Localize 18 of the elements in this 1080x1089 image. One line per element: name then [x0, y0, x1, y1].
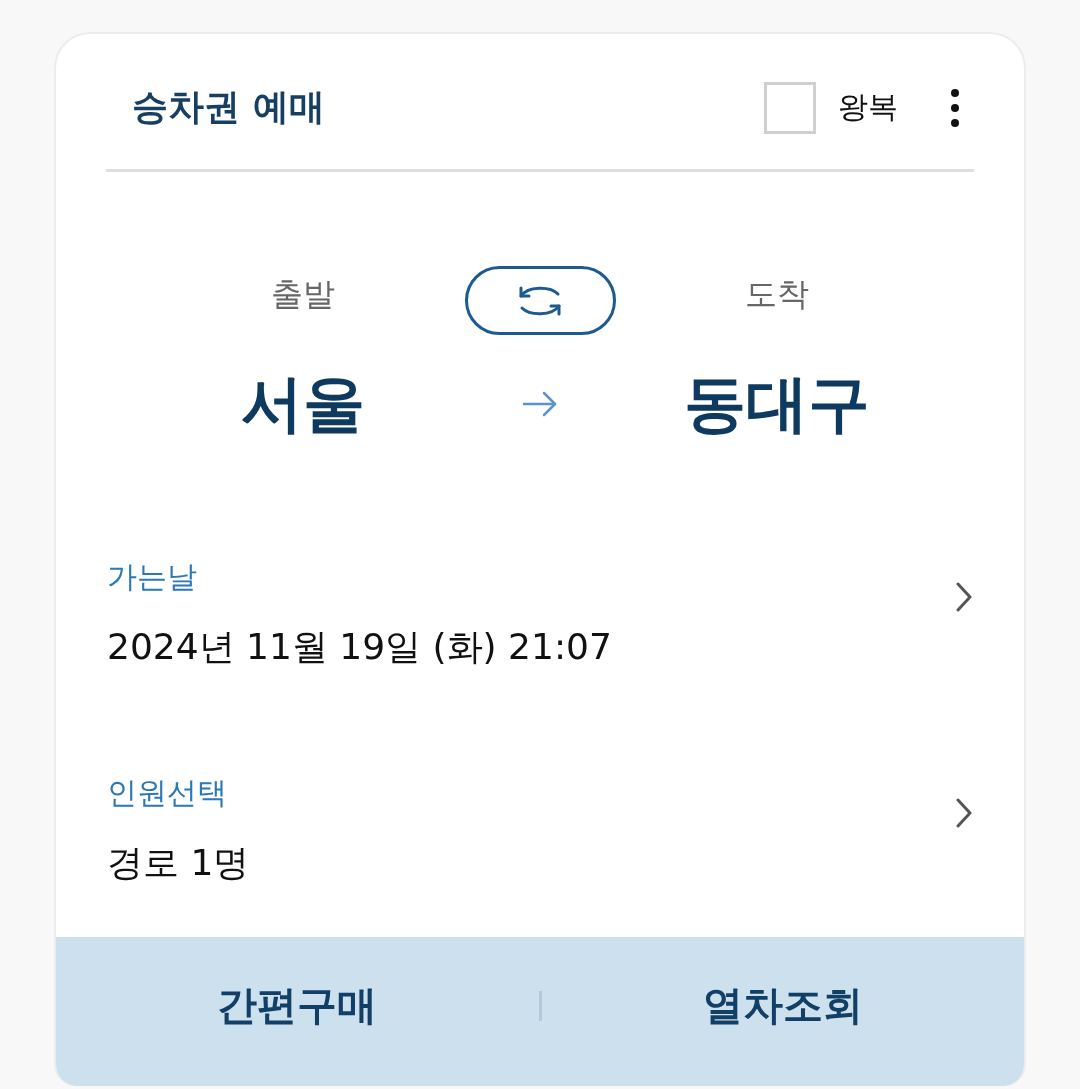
action-button[interactable]: 간편구매 [211, 974, 384, 1037]
chevron-right-icon[interactable] [956, 582, 972, 612]
departure-label: 출발 [271, 273, 336, 315]
action-button[interactable]: 열차조회 [696, 974, 869, 1037]
field-label: 인원선택 [107, 775, 227, 811]
round-trip-checkbox[interactable] [764, 81, 816, 134]
chevron-right-icon[interactable] [956, 798, 972, 828]
more-menu-icon[interactable] [950, 87, 960, 128]
arrival-station[interactable]: 동대구 [683, 364, 870, 444]
arrival-label: 도착 [744, 273, 809, 315]
arrow-right-icon [522, 391, 558, 417]
page-title: 승차권 예매 [132, 85, 325, 129]
field-value[interactable]: 경로 1명 [107, 839, 250, 887]
swap-icon [518, 284, 562, 317]
round-trip-label[interactable]: 왕복 [838, 87, 898, 128]
field-label: 가는날 [107, 559, 197, 595]
departure-station[interactable]: 서울 [241, 364, 366, 444]
field-value[interactable]: 2024년 11월 19일 (화) 21:07 [107, 623, 612, 671]
